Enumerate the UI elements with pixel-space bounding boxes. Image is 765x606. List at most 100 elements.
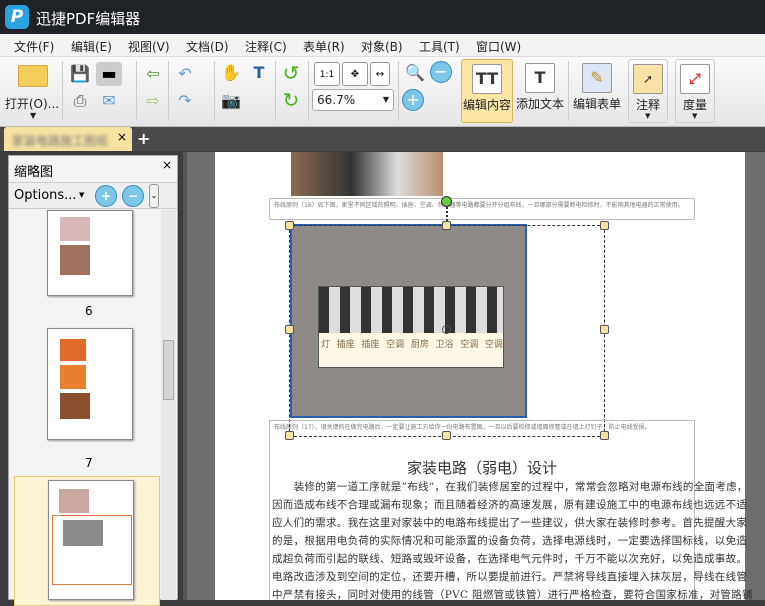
save-icon[interactable]: 💾 <box>67 62 93 86</box>
actual-size-button[interactable]: 1:1 <box>314 62 340 86</box>
import-page-icon[interactable]: ⇦ <box>140 62 166 86</box>
page-number: 6 <box>85 304 93 318</box>
menu-view[interactable]: 视图(V) <box>128 38 170 55</box>
menu-tools[interactable]: 工具(T) <box>419 38 460 55</box>
menu-document[interactable]: 文档(D) <box>186 38 229 55</box>
rotate-cw-icon[interactable]: ↻ <box>278 88 304 112</box>
scrollbar[interactable] <box>161 210 176 600</box>
resize-handle[interactable] <box>285 431 294 440</box>
menu-bar: 文件(F) 编辑(E) 视图(V) 文档(D) 注释(C) 表单(R) 对象(B… <box>0 34 765 57</box>
thumbnail-panel: 缩略图 × Options... ▼ + − ⌄ 6 7 <box>8 155 178 606</box>
rotate-ccw-icon[interactable]: ↺ <box>278 61 304 85</box>
toolbar: 打开(O)... ▼ 💾 ▬ ⎙ ✉ ⇦ ⇨ ↶ ↷ ✋ T 📷 ↺ ↻ 1:1… <box>0 57 765 127</box>
annotate-label: 注释 <box>635 98 660 112</box>
divider <box>308 61 309 121</box>
add-tab-icon[interactable]: + <box>137 129 150 148</box>
section-heading: 家装电路（弱电）设计 <box>406 459 557 477</box>
print-icon[interactable]: ⎙ <box>67 89 93 113</box>
divider <box>214 61 215 121</box>
selected-thumbnail-frame[interactable] <box>14 476 160 606</box>
thumbnail-viewport <box>52 515 132 585</box>
pdf-page: 布线原则（16）如下图，家里不同区域的照明、插座、空调、热水器等电路都要分开分组… <box>215 152 753 600</box>
scanner-icon[interactable]: ▬ <box>96 62 122 86</box>
caption-text: 布线原则（17），很关键的在做完电路后，一定要让施工方给你一份电路布置图，一旦以… <box>274 424 651 431</box>
rotate-handle[interactable] <box>441 196 452 207</box>
zoom-area-icon[interactable]: 🔍 <box>402 61 428 85</box>
chevron-down-icon: ▼ <box>382 95 389 104</box>
document-tab[interactable]: 家装电路施工图纸 × <box>4 127 132 151</box>
zoom-in-thumbnail-icon[interactable]: + <box>95 185 117 207</box>
resize-handle[interactable] <box>285 221 294 230</box>
close-tab-icon[interactable]: × <box>117 130 127 144</box>
app-title: 迅捷PDF编辑器 <box>36 10 141 28</box>
zoom-out-icon[interactable]: − <box>430 61 452 83</box>
document-view: 布线原则（16）如下图，家里不同区域的照明、插座、空调、热水器等电路都要分开分组… <box>183 152 765 600</box>
chevron-down-icon: ▼ <box>79 191 85 199</box>
scrollbar-thumb[interactable] <box>163 340 174 400</box>
options-dropdown[interactable]: Options... <box>14 188 77 203</box>
resize-handle[interactable] <box>285 325 294 334</box>
resize-handle[interactable] <box>600 325 609 334</box>
snapshot-icon[interactable]: 📷 <box>218 89 244 113</box>
menu-form[interactable]: 表单(R) <box>303 38 345 55</box>
center-handle[interactable] <box>442 325 451 334</box>
close-panel-icon[interactable]: × <box>162 158 172 172</box>
thumbnail-image <box>59 489 89 513</box>
zoom-out-thumbnail-icon[interactable]: − <box>122 185 144 207</box>
body-line: 中严禁有接头，同时对使用的线管（PVC 阻燃管或铁管）进行严格检查，要符合国家标… <box>272 589 753 600</box>
add-text-icon: T <box>525 63 555 93</box>
edit-form-button[interactable]: ✎ 编辑表单 <box>571 59 623 123</box>
export-page-icon[interactable]: ⇨ <box>140 89 166 113</box>
resize-handle[interactable] <box>442 221 451 230</box>
measure-label: 度量 <box>682 98 707 112</box>
hand-tool-icon[interactable]: ✋ <box>218 61 244 85</box>
annotate-button[interactable]: ➚ 注释 ▼ <box>628 59 668 123</box>
add-text-label: 添加文本 <box>515 97 564 111</box>
edit-content-button[interactable]: TT 编辑内容 <box>461 59 513 123</box>
chevron-down-icon: ▼ <box>692 112 698 120</box>
divider <box>62 61 63 121</box>
redo-icon[interactable]: ↷ <box>172 89 198 113</box>
measure-icon: ⤢ <box>680 64 710 94</box>
chevron-down-icon[interactable]: ⌄ <box>149 184 159 208</box>
body-line: 电路改造涉及到空间的定位，还要开槽，所以要提前进行。严禁将导线直接埋入抹灰层，导… <box>272 571 748 583</box>
resize-handle[interactable] <box>600 431 609 440</box>
edit-form-label: 编辑表单 <box>572 97 621 111</box>
menu-comment[interactable]: 注释(C) <box>245 38 287 55</box>
divider <box>275 61 276 121</box>
fit-page-icon[interactable]: ✥ <box>342 62 368 86</box>
select-text-icon[interactable]: T <box>246 61 272 85</box>
menu-window[interactable]: 窗口(W) <box>476 38 521 55</box>
open-label: 打开(O)... <box>4 97 60 111</box>
open-button[interactable]: 打开(O)... ▼ <box>4 59 60 123</box>
thumbnail-image <box>60 217 90 241</box>
menu-edit[interactable]: 编辑(E) <box>71 38 112 55</box>
divider <box>168 61 169 121</box>
edit-form-icon: ✎ <box>582 63 612 93</box>
add-text-button[interactable]: T 添加文本 <box>514 59 566 123</box>
title-bar: P 迅捷PDF编辑器 <box>0 0 765 34</box>
menu-file[interactable]: 文件(F) <box>14 38 54 55</box>
page-thumbnail[interactable] <box>47 328 133 440</box>
page-thumbnail[interactable] <box>47 210 133 296</box>
thumbnail-image <box>60 339 86 361</box>
zoom-select[interactable]: 66.7% ▼ <box>312 89 394 111</box>
edit-content-icon: TT <box>472 64 502 94</box>
resize-handle[interactable] <box>600 221 609 230</box>
tab-label: 家装电路施工图纸 <box>12 134 109 148</box>
zoom-value: 66.7% <box>317 93 356 107</box>
caption-text-box[interactable]: 布线原则（16）如下图，家里不同区域的照明、插座、空调、热水器等电路都要分开分组… <box>269 198 695 220</box>
divider <box>568 61 569 121</box>
body-text-box[interactable]: 布线原则（17），很关键的在做完电路后，一定要让施工方给你一份电路布置图，一旦以… <box>269 420 753 600</box>
measure-button[interactable]: ⤢ 度量 ▼ <box>675 59 715 123</box>
resize-handle[interactable] <box>442 431 451 440</box>
zoom-in-icon[interactable]: + <box>402 89 424 111</box>
email-icon[interactable]: ✉ <box>96 89 122 113</box>
undo-icon[interactable]: ↶ <box>172 62 198 86</box>
body-line: 应人们的需求。我在这里对家装中的电路布线提出了一些建议，供大家在装修时参考。首先… <box>272 517 748 529</box>
thumbnail-image <box>63 520 103 546</box>
page-thumbnail[interactable] <box>48 480 134 600</box>
menu-object[interactable]: 对象(B) <box>361 38 403 55</box>
body-line: 的是，根据用电负荷的实际情况和可能添置的设备负荷，选择电源线时，一定要选择国标线… <box>272 535 748 547</box>
fit-width-icon[interactable]: ↔ <box>370 62 390 86</box>
